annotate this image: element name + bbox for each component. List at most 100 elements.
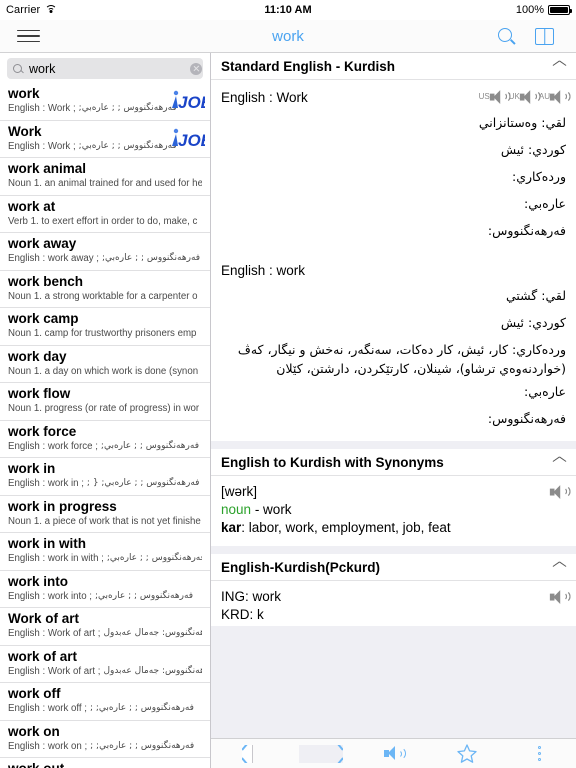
speaker-icon[interactable] — [549, 484, 571, 499]
list-item-subtitle-kurdish: فەرهەنگنووس ; ; عارەبي; — [102, 253, 201, 263]
list-item[interactable]: work away English : work away ; فەرهەنگنوو… — [0, 233, 210, 271]
chevron-up-icon[interactable] — [553, 563, 566, 571]
list-item-term: work flow — [8, 386, 71, 401]
entry-headword-row: English : Work US UK AU — [221, 87, 571, 109]
list-item[interactable]: work animal Noun 1. an animal trained for… — [0, 158, 210, 196]
list-item[interactable]: work flow Noun 1. progress (or rate of pr… — [0, 383, 210, 421]
list-item-term: work out — [8, 760, 202, 768]
menu-button[interactable] — [0, 29, 56, 43]
section-header[interactable]: English to Kurdish with Synonyms — [211, 449, 576, 476]
list-item-term: work animal — [8, 161, 87, 176]
favorite-button[interactable] — [445, 741, 489, 767]
list-item[interactable]: work of artEnglish : Work of art ;فەرهەن… — [0, 645, 210, 683]
section-body: English : Work US UK AU لقي: وەستانزاني … — [211, 80, 576, 441]
pronounce-au-button[interactable]: AU — [539, 89, 571, 104]
entry-headword: English : Work — [221, 90, 308, 105]
list-item[interactable]: Work English : Work ; فەرهەنگنووس ; ; عارە… — [0, 120, 210, 158]
search-icon[interactable] — [498, 27, 515, 45]
list-item-subtitle-en: English : work force ; — [8, 440, 98, 452]
speaker-icon[interactable] — [549, 589, 571, 604]
pckurd-line-ing: ING: work — [221, 589, 282, 604]
list-item[interactable]: work into English : work into ; فەرهەنگنوو… — [0, 570, 210, 608]
list-item-subtitle: Noun 1. a strong worktable for a carpent… — [8, 290, 202, 303]
list-item[interactable]: work in with English : work in with ; فەره… — [0, 533, 210, 571]
list-item-term: work of art — [8, 648, 78, 664]
list-item[interactable]: work on English : work on ; فەرهەنگنووس ; … — [0, 720, 210, 758]
list-item-subtitle-en: Noun 1. a piece of work that is not yet … — [8, 515, 201, 527]
list-item-subtitle-kurdish: فەرهەنگنووس ; ; عارەبي; ; — [89, 703, 194, 713]
list-item[interactable]: Work of artEnglish : Work of art ;فەرهەن… — [0, 608, 210, 646]
list-item-term: work camp — [8, 311, 79, 326]
list-item[interactable]: work at Verb 1. to exert effort in order … — [0, 195, 210, 233]
list-item-subtitle-en: English : Work of art ; — [8, 628, 101, 639]
search-bar[interactable] — [7, 58, 203, 79]
pronounce-uk-button[interactable]: UK — [509, 89, 541, 104]
list-item[interactable]: work in English : work in ; فەرهەنگنووس ; … — [0, 458, 210, 496]
list-item-subtitle-en: Noun 1. a day on which work is done (syn… — [8, 365, 199, 377]
list-item-subtitle-kurdish: فەرهەنگنووس: جەمال عەبدول — [103, 665, 202, 676]
list-item-term: work in with — [8, 536, 87, 551]
battery-icon — [548, 5, 572, 15]
entry-headword: English : work — [221, 263, 306, 278]
list-item[interactable]: work bench Noun 1. a strong worktable for… — [0, 270, 210, 308]
dictionary-section: English-Kurdish(Pckurd) ING: work KRD: k — [211, 554, 576, 626]
list-item[interactable]: work force English : work force ; فەرهەنگن… — [0, 420, 210, 458]
synonym-text-block: [wərk] noun - work kar: labor, work, emp… — [221, 483, 545, 537]
pronounce-us-button[interactable]: US — [478, 89, 511, 104]
back-button[interactable] — [226, 741, 270, 767]
list-item[interactable]: work day Noun 1. a day on which work is d… — [0, 345, 210, 383]
chevron-up-icon[interactable] — [553, 458, 566, 466]
speaker-icon — [383, 746, 406, 762]
list-item-subtitle-en: Noun 1. camp for trustworthy prisoners e… — [8, 328, 197, 339]
list-item-subtitle: English : work off ; فەرهەنگنووس ; ; عارە… — [8, 702, 202, 715]
forward-button[interactable] — [298, 741, 343, 767]
chevron-up-icon[interactable] — [553, 62, 566, 70]
definition-pane[interactable]: Standard English - Kurdish English : Wor… — [211, 53, 576, 768]
list-item-term: work at — [8, 198, 56, 214]
search-input[interactable] — [29, 58, 190, 79]
part-of-speech-line: noun - work — [221, 501, 545, 519]
pckurd-text-block: ING: work KRD: k — [221, 588, 545, 624]
list-item-subtitle-kurdish: فەرهەنگنووس ; ; عارەبي; { ; — [86, 478, 200, 488]
list-item[interactable]: work English : Work ; فەرهەنگنووس ; ; عارە… — [0, 83, 210, 121]
list-item-subtitle: Noun 1. progress (or rate of progress) i… — [8, 402, 202, 415]
list-item[interactable]: work out — [0, 758, 210, 768]
list-item-subtitle-kurdish: فەرهەنگنووس: جەمال عەبدول — [103, 628, 202, 638]
section-body: [wərk] noun - work kar: labor, work, emp… — [211, 476, 576, 546]
list-item[interactable]: work camp Noun 1. camp for trustworthy pr… — [0, 308, 210, 346]
section-title: English-Kurdish(Pckurd) — [221, 559, 381, 575]
dictionary-book-icon[interactable] — [535, 27, 554, 45]
entry-line: فەرهەنگنووس: — [487, 223, 566, 238]
list-item-subtitle-en: English : Work ; — [8, 140, 76, 152]
speaker-icon — [489, 89, 511, 104]
list-item-subtitle: Noun 1. an animal trained for and used f… — [8, 177, 202, 190]
dictionary-section: English to Kurdish with Synonyms [wərk] … — [211, 449, 576, 546]
status-bar-right: 100% — [516, 4, 572, 16]
list-item-subtitle: Noun 1. camp for trustworthy prisoners e… — [8, 327, 202, 340]
part-of-speech: noun — [221, 502, 252, 517]
list-item-subtitle-en: English : Work ; — [8, 103, 76, 114]
clear-search-icon[interactable] — [190, 62, 202, 75]
entry-line: وردەكاري: — [512, 169, 566, 184]
navigation-bar: work — [0, 20, 576, 53]
list-item-term: work into — [8, 573, 68, 589]
list-item[interactable]: work off English : work off ; فەرهەنگنووس … — [0, 683, 210, 721]
hamburger-icon-line — [16, 40, 40, 43]
speak-button[interactable] — [372, 741, 416, 767]
list-item-term: work on — [8, 723, 60, 739]
pronounce-us-label: US — [478, 92, 490, 101]
list-item-term: work off — [8, 686, 61, 701]
list-item-subtitle-en: Noun 1. progress (or rate of progress) i… — [8, 403, 200, 414]
list-item-subtitle-en: English : Work of art ; — [8, 665, 101, 677]
section-header[interactable]: Standard English - Kurdish — [211, 53, 576, 80]
list-item[interactable]: work in progress Noun 1. a piece of work … — [0, 495, 210, 533]
list-item-thumbnail: JOB — [168, 86, 206, 116]
section-header[interactable]: English-Kurdish(Pckurd) — [211, 554, 576, 581]
more-button[interactable] — [518, 741, 562, 767]
entry-line: عارەبي: — [524, 196, 566, 211]
entry-detail-block: وردەكاري: كار، ئیش، كار دەكات، سەنگەر، ن… — [237, 342, 566, 376]
synonym-key: kar — [221, 520, 242, 535]
list-item-subtitle: English : Work of art ;فەرهەنگنووس: جەما… — [8, 665, 202, 678]
word-list[interactable]: work English : Work ; فەرهەنگنووس ; ; عارە… — [0, 83, 210, 768]
section-title: English to Kurdish with Synonyms — [221, 454, 444, 470]
